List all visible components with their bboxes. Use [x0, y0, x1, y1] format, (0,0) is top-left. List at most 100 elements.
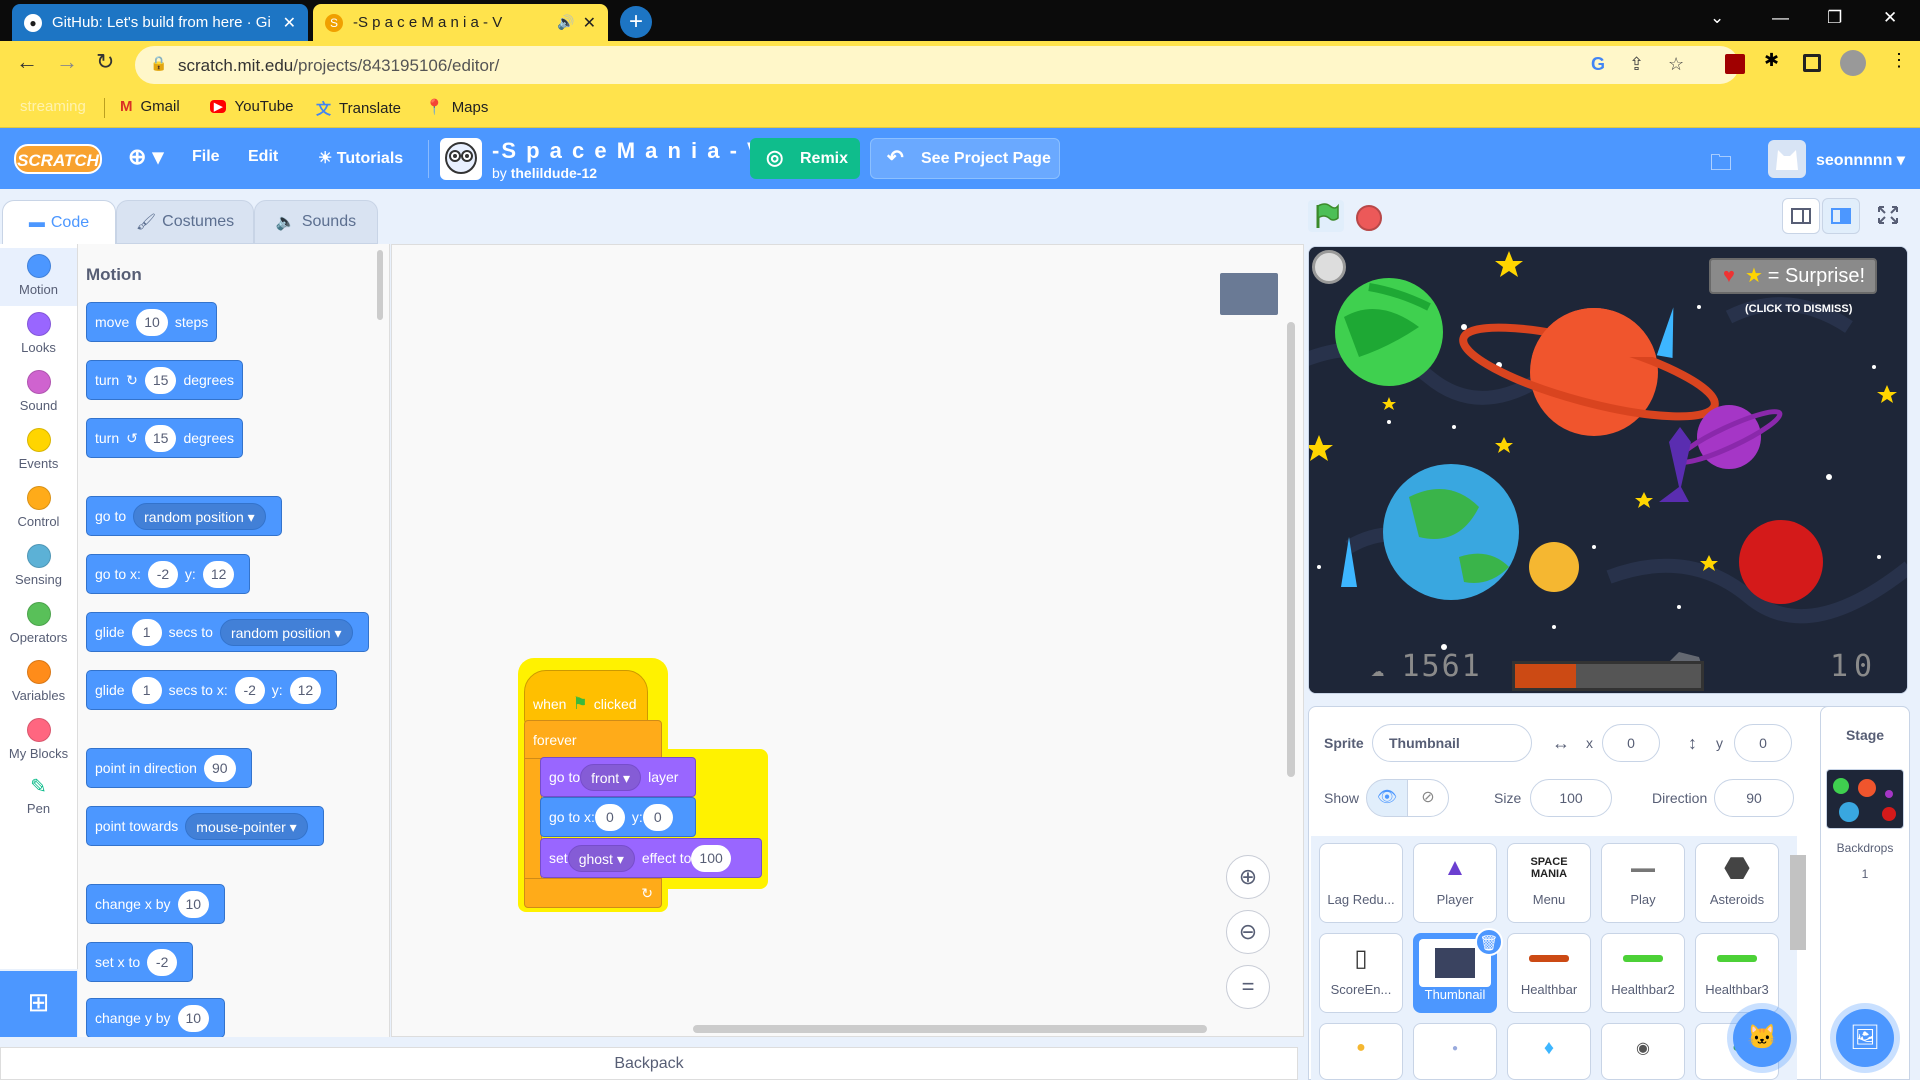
- tab-sounds[interactable]: 🔈 Sounds: [254, 200, 378, 244]
- zoom-in-button[interactable]: ⊕: [1226, 855, 1270, 899]
- bookmark-streaming[interactable]: streaming: [20, 98, 86, 115]
- x-input[interactable]: -2: [234, 676, 265, 704]
- block-when-flag-clicked[interactable]: when ⚑ clicked: [524, 670, 648, 724]
- y-input[interactable]: 12: [202, 560, 235, 588]
- sprite-size-input[interactable]: 100: [1530, 779, 1612, 817]
- category-variables[interactable]: Variables: [0, 654, 77, 712]
- url-text[interactable]: scratch.mit.edu/projects/843195106/edito…: [178, 56, 499, 76]
- layer-dropdown[interactable]: front ▾: [580, 763, 642, 791]
- add-extension-button[interactable]: ⊞: [0, 971, 77, 1037]
- block-set-effect[interactable]: set ghost ▾ effect to 100: [540, 838, 762, 878]
- share-icon[interactable]: ⇪: [1629, 54, 1644, 75]
- delete-sprite-icon[interactable]: 🗑: [1475, 928, 1503, 956]
- palette-scrollbar[interactable]: [377, 250, 383, 320]
- category-sound[interactable]: Sound: [0, 364, 77, 422]
- show-hidden-button[interactable]: ⊘: [1407, 779, 1449, 817]
- block-change-y[interactable]: change y by 10: [86, 998, 226, 1037]
- speaker-icon[interactable]: 🔊: [557, 14, 574, 31]
- set-x-input[interactable]: -2: [147, 948, 178, 976]
- block-point-towards[interactable]: point towards mouse-pointer ▾: [86, 806, 324, 846]
- see-project-page-button[interactable]: ↶ See Project Page: [870, 138, 1060, 179]
- language-globe-icon[interactable]: ⊕ ▾: [128, 144, 164, 170]
- block-go-to-xy[interactable]: go to x: -2 y: 12: [86, 554, 251, 594]
- sprite-tile[interactable]: ▯ ScoreEn...: [1319, 933, 1403, 1013]
- tab-github[interactable]: ● GitHub: Let's build from here · Gi ✕: [12, 4, 308, 41]
- maximize-icon[interactable]: ❐: [1827, 8, 1842, 28]
- choose-sprite-button[interactable]: 🐱: [1733, 1009, 1791, 1067]
- bookmark-star-icon[interactable]: ☆: [1668, 54, 1684, 75]
- block-go-to[interactable]: go to random position ▾: [86, 496, 282, 536]
- fullscreen-icon[interactable]: [1870, 198, 1908, 234]
- y-input[interactable]: 0: [642, 803, 673, 831]
- block-glide-to-xy[interactable]: glide 1 secs to x: -2 y: 12: [86, 670, 338, 710]
- close-tab-icon[interactable]: ✕: [583, 13, 596, 33]
- sprite-tile[interactable]: ▲ Player: [1413, 843, 1497, 923]
- direction-input[interactable]: 90: [203, 754, 236, 782]
- large-stage-button[interactable]: [1822, 198, 1860, 234]
- workspace-horizontal-scrollbar[interactable]: [693, 1025, 1207, 1033]
- x-input[interactable]: 0: [594, 803, 625, 831]
- project-title[interactable]: -S p a c e M a n i a - V...: [492, 138, 786, 164]
- my-stuff-folder-icon[interactable]: 🗀: [1710, 146, 1732, 184]
- address-bar[interactable]: 🔒 scratch.mit.edu/projects/843195106/edi…: [135, 46, 1739, 84]
- zoom-out-button[interactable]: ⊖: [1226, 910, 1270, 954]
- degrees-input[interactable]: 15: [144, 424, 177, 452]
- tutorials-button[interactable]: ☀ Tutorials: [318, 148, 403, 168]
- browser-menu-icon[interactable]: ⋮: [1890, 50, 1908, 71]
- steps-input[interactable]: 10: [136, 308, 168, 336]
- profile-avatar-icon[interactable]: [1840, 50, 1866, 76]
- block-move-steps[interactable]: move 10 steps: [86, 302, 218, 342]
- close-tab-icon[interactable]: ✕: [283, 13, 296, 33]
- minimize-icon[interactable]: —: [1772, 8, 1789, 28]
- sprite-tile[interactable]: Healthbar: [1507, 933, 1591, 1013]
- block-point-in-direction[interactable]: point in direction 90: [86, 748, 252, 788]
- sprite-tile[interactable]: ⬣ Asteroids: [1695, 843, 1779, 923]
- category-motion[interactable]: Motion: [0, 248, 77, 306]
- category-operators[interactable]: Operators: [0, 596, 77, 654]
- category-my-blocks[interactable]: My Blocks: [0, 712, 77, 770]
- sprite-direction-input[interactable]: 90: [1714, 779, 1794, 817]
- block-turn-left[interactable]: turn ↺ 15 degrees: [86, 418, 244, 458]
- secs-input[interactable]: 1: [131, 676, 162, 704]
- change-x-input[interactable]: 10: [177, 890, 210, 918]
- tab-search-icon[interactable]: ⌄: [1710, 8, 1724, 28]
- side-panel-icon[interactable]: [1803, 54, 1821, 72]
- green-flag-button[interactable]: [1308, 200, 1344, 232]
- category-control[interactable]: Control: [0, 480, 77, 538]
- close-window-icon[interactable]: ✕: [1883, 8, 1897, 28]
- bookmark-maps[interactable]: 📍 Maps: [425, 98, 488, 117]
- zoom-reset-button[interactable]: =: [1226, 965, 1270, 1009]
- sprite-tile[interactable]: Healthbar2: [1601, 933, 1685, 1013]
- sprite-tile[interactable]: ●: [1319, 1023, 1403, 1080]
- goto-target-dropdown[interactable]: random position ▾: [133, 502, 266, 530]
- bookmark-youtube[interactable]: ▶ YouTube: [210, 98, 293, 115]
- category-events[interactable]: Events: [0, 422, 77, 480]
- sprite-tile[interactable]: SPACE MANIA Menu: [1507, 843, 1591, 923]
- category-pen[interactable]: ✎ Pen: [0, 770, 77, 828]
- block-go-to-layer[interactable]: go to front ▾ layer: [540, 757, 696, 797]
- workspace-vertical-scrollbar[interactable]: [1287, 322, 1295, 777]
- sprite-name-input[interactable]: Thumbnail: [1372, 724, 1532, 762]
- towards-dropdown[interactable]: mouse-pointer ▾: [185, 812, 308, 840]
- sprite-tile[interactable]: ♦: [1507, 1023, 1591, 1080]
- remix-button[interactable]: ◎ Remix: [750, 138, 860, 179]
- google-icon[interactable]: G: [1591, 54, 1605, 75]
- project-author[interactable]: by thelildude-12: [492, 165, 597, 181]
- secs-input[interactable]: 1: [131, 618, 162, 646]
- backpack-bar[interactable]: Backpack: [0, 1047, 1298, 1080]
- category-sensing[interactable]: Sensing: [0, 538, 77, 596]
- reload-icon[interactable]: ↻: [96, 49, 114, 75]
- stop-button[interactable]: [1356, 205, 1382, 231]
- username-menu[interactable]: seonnnnn ▾: [1816, 150, 1905, 170]
- user-avatar[interactable]: [1768, 140, 1806, 178]
- dismiss-hint[interactable]: (CLICK TO DISMISS): [1745, 303, 1852, 315]
- x-input[interactable]: -2: [147, 560, 178, 588]
- effect-dropdown[interactable]: ghost ▾: [567, 844, 635, 872]
- tab-costumes[interactable]: 🖌 Costumes: [116, 200, 254, 244]
- effect-value-input[interactable]: 100: [691, 844, 731, 872]
- lock-icon[interactable]: 🔒: [150, 55, 167, 72]
- extension-icon[interactable]: [1725, 54, 1745, 74]
- extensions-puzzle-icon[interactable]: ✱: [1764, 50, 1779, 71]
- sprite-x-input[interactable]: 0: [1602, 724, 1660, 762]
- sprite-y-input[interactable]: 0: [1734, 724, 1792, 762]
